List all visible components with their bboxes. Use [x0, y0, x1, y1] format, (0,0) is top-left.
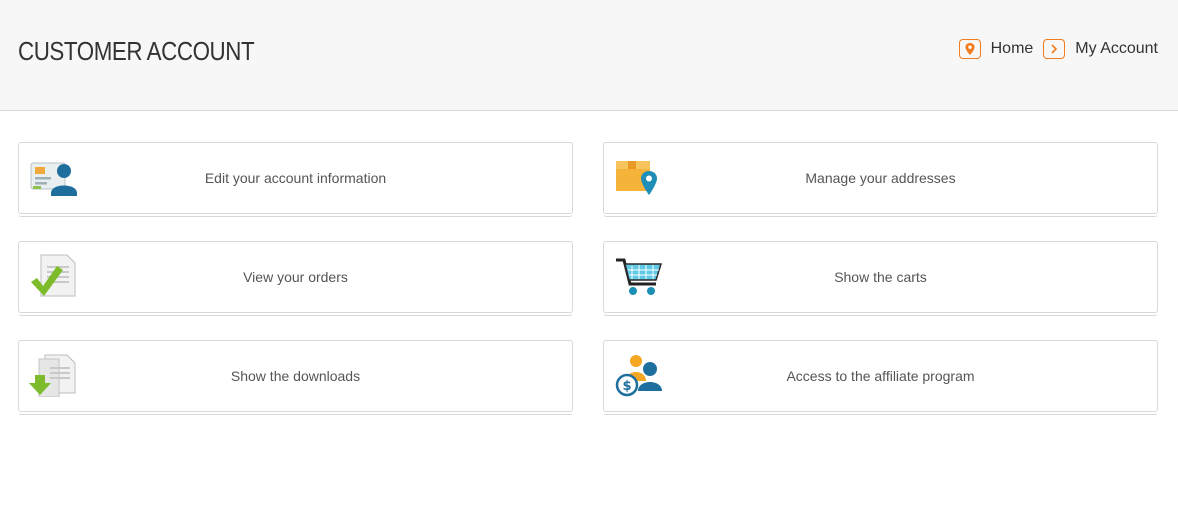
tile-label: Show the carts: [834, 269, 927, 285]
show-downloads-tile[interactable]: Show the downloads: [18, 340, 573, 412]
tile-label: Access to the affiliate program: [786, 368, 975, 384]
breadcrumb: Home My Account: [949, 39, 1158, 59]
breadcrumb-my-account-label: My Account: [1075, 40, 1158, 57]
tile-label: View your orders: [243, 269, 348, 285]
tile-label: Edit your account information: [204, 170, 387, 186]
tile-label: Manage your addresses: [805, 170, 956, 186]
page-title: CUSTOMER ACCOUNT: [18, 36, 255, 66]
tile-label: Show the downloads: [230, 368, 361, 384]
chevron-right-icon: [1043, 39, 1066, 59]
breadcrumb-home-label: Home: [990, 40, 1034, 57]
page-header: CUSTOMER ACCOUNT Home My Account: [0, 0, 1178, 111]
edit-account-tile[interactable]: Edit your account information: [18, 142, 573, 214]
map-pin-icon: [958, 39, 981, 59]
show-carts-tile[interactable]: Show the carts: [603, 241, 1158, 313]
breadcrumb-home[interactable]: Home: [958, 39, 1034, 59]
breadcrumb-my-account[interactable]: My Account: [1043, 39, 1158, 59]
view-orders-tile[interactable]: View your orders: [18, 241, 573, 313]
affiliate-program-tile[interactable]: $ Access to the affiliate program: [603, 340, 1158, 412]
manage-addresses-tile[interactable]: Manage your addresses: [603, 142, 1158, 214]
